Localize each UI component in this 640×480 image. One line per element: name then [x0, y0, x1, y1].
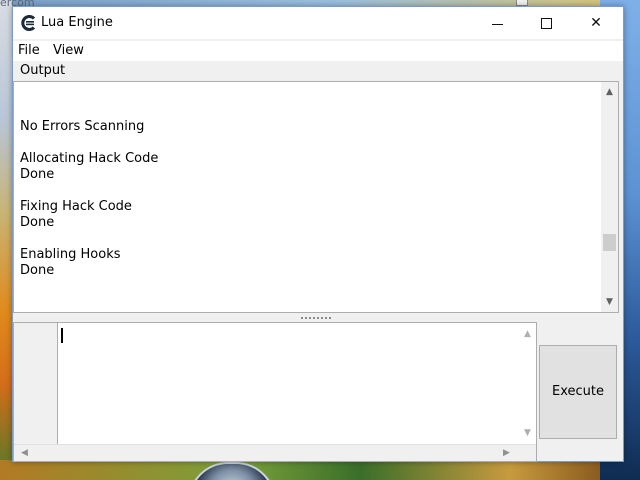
line-number-gutter: [14, 323, 58, 445]
scroll-up-icon[interactable]: ▲: [601, 84, 618, 101]
execute-button[interactable]: Execute: [539, 345, 617, 439]
output-line: Done: [20, 263, 55, 278]
output-line: Enabling Hooks: [20, 247, 121, 262]
output-line: Fixing Hack Code: [20, 199, 132, 214]
scroll-down-icon[interactable]: ▼: [519, 425, 536, 442]
text-caret: [61, 328, 63, 343]
desktop-background-left: [0, 0, 12, 480]
scroll-down-icon[interactable]: ▼: [601, 294, 618, 311]
lua-engine-window: Lua Engine ✕ File View Output No Errors …: [12, 6, 624, 462]
output-line: Allocating Hack Code: [20, 151, 159, 166]
splitter-grip-icon: [301, 317, 331, 319]
output-line: Done: [20, 167, 55, 182]
title-bar[interactable]: Lua Engine ✕: [13, 7, 623, 39]
maximize-icon: [541, 18, 552, 29]
scroll-up-icon[interactable]: ▲: [519, 326, 536, 343]
close-icon: ✕: [590, 15, 602, 31]
panel-splitter[interactable]: [13, 315, 619, 321]
menu-bar: File View: [13, 41, 623, 61]
desktop-background-bottom: [0, 460, 600, 480]
menu-item-file[interactable]: File: [18, 43, 40, 58]
minimize-icon: [492, 24, 503, 25]
output-line: Done: [20, 215, 55, 230]
editor-vertical-scrollbar[interactable]: ▲ ▼: [519, 323, 536, 445]
scroll-left-icon[interactable]: ◀: [16, 445, 33, 462]
scroll-right-icon[interactable]: ▶: [498, 445, 515, 462]
close-button[interactable]: ✕: [573, 7, 619, 39]
editor-horizontal-scrollbar[interactable]: ◀ ▶: [14, 444, 536, 461]
script-editor[interactable]: ▲ ▼ ◀ ▶: [13, 322, 537, 462]
output-vertical-scrollbar[interactable]: ▲ ▼: [601, 82, 618, 312]
maximize-button[interactable]: [523, 7, 569, 39]
output-log[interactable]: No Errors Scanning Allocating Hack Code …: [13, 81, 619, 313]
output-label: Output: [20, 63, 66, 78]
output-scroll-thumb[interactable]: [603, 234, 616, 251]
minimize-button[interactable]: [475, 7, 521, 39]
cheat-engine-icon: [21, 15, 36, 31]
output-line: No Errors Scanning: [20, 119, 145, 134]
menu-item-view[interactable]: View: [53, 43, 84, 58]
window-title: Lua Engine: [41, 15, 113, 30]
